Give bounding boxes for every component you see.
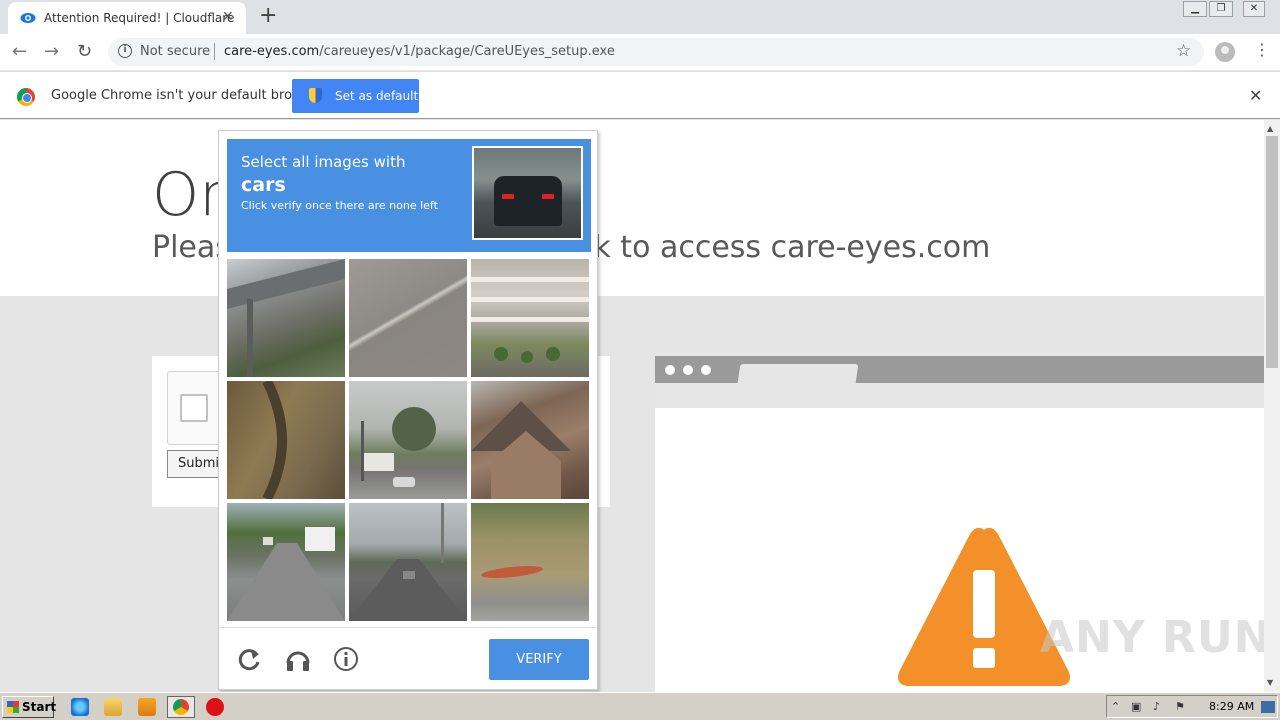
show-desktop-icon[interactable] xyxy=(1261,701,1275,713)
window-dot xyxy=(665,365,675,375)
start-label: Start xyxy=(22,700,57,714)
default-browser-infobar: Google Chrome isn't your default browser… xyxy=(0,71,1280,119)
info-icon[interactable]: i xyxy=(118,44,132,58)
set-as-default-label: Set as default xyxy=(335,89,419,103)
set-as-default-button[interactable]: Set as default xyxy=(292,79,419,113)
profile-avatar-icon[interactable] xyxy=(1215,42,1235,62)
scroll-down-icon[interactable]: ▼ xyxy=(1267,678,1273,687)
captcha-tile[interactable] xyxy=(227,259,345,377)
recaptcha-checkbox[interactable] xyxy=(180,394,208,422)
page-header: On Pleas ck to access care-eyes.com xyxy=(0,120,1264,296)
ie-icon[interactable] xyxy=(71,698,89,716)
page-content: On Pleas ck to access care-eyes.com Submi… xyxy=(0,120,1264,692)
action-center-flag-icon[interactable]: ⚑ xyxy=(1175,701,1187,713)
window-dot xyxy=(683,365,693,375)
tab-close-icon[interactable]: ✕ xyxy=(222,9,234,25)
url-path: /careueyes/v1/package/CareUEyes_setup.ex… xyxy=(319,44,615,59)
restore-button[interactable]: ❐ xyxy=(1209,1,1233,17)
infobar-close-icon[interactable]: ✕ xyxy=(1249,86,1262,105)
captcha-tile[interactable] xyxy=(471,381,589,499)
reload-challenge-icon[interactable] xyxy=(237,646,263,672)
captcha-tile[interactable] xyxy=(471,259,589,377)
subtitle-right: ck to access care-eyes.com xyxy=(576,230,991,265)
eye-icon xyxy=(20,13,36,23)
close-window-button[interactable]: ✕ xyxy=(1243,1,1265,17)
tail-light xyxy=(502,194,514,199)
challenge-header: Select all images with cars Click verify… xyxy=(227,139,591,252)
uac-shield-icon xyxy=(309,88,322,103)
chrome-taskbar-button[interactable] xyxy=(167,696,195,718)
recaptcha-challenge: Select all images with cars Click verify… xyxy=(218,130,598,690)
windows-taskbar: Start ⌃ ▣ ♪ ⚑ 8:29 AM xyxy=(0,692,1280,720)
captcha-tile[interactable] xyxy=(227,381,345,499)
infobar-message: Google Chrome isn't your default browser xyxy=(51,88,323,103)
media-player-icon[interactable] xyxy=(138,698,156,716)
roof-image xyxy=(471,401,571,499)
system-tray: ⌃ ▣ ♪ ⚑ 8:29 AM xyxy=(1106,695,1278,718)
captcha-tile[interactable] xyxy=(227,503,345,621)
captcha-tile[interactable] xyxy=(349,503,467,621)
car-shape xyxy=(494,176,562,226)
anyrun-watermark: ANY RUN xyxy=(1040,612,1264,663)
start-button[interactable]: Start xyxy=(2,696,57,718)
reload-icon[interactable]: ↻ xyxy=(77,41,92,63)
chrome-logo-icon xyxy=(17,88,35,106)
explorer-folder-icon[interactable] xyxy=(104,698,122,716)
info-circle-icon[interactable] xyxy=(333,646,359,672)
browser-toolbar: ← → ↻ i Not secure care-eyes.com/careuey… xyxy=(0,34,1280,70)
illustration-titlebar xyxy=(655,356,1264,383)
wall-image xyxy=(262,381,287,499)
verify-button[interactable]: VERIFY xyxy=(489,639,589,680)
road-truck-image xyxy=(227,527,345,621)
challenge-hint: Click verify once there are none left xyxy=(241,199,438,212)
divider xyxy=(214,43,215,60)
warning-triangle-icon xyxy=(898,527,1070,686)
chrome-icon xyxy=(173,699,189,715)
bookmark-star-icon[interactable]: ☆ xyxy=(1176,41,1191,61)
street-image xyxy=(361,407,436,487)
captcha-tile[interactable] xyxy=(349,259,467,377)
page-scrollbar[interactable]: ▲ ▼ xyxy=(1264,120,1280,692)
captcha-tile[interactable] xyxy=(349,381,467,499)
kebab-menu-icon[interactable]: ⋮ xyxy=(1254,40,1270,59)
url-host: care-eyes.com xyxy=(224,44,320,59)
clock[interactable]: 8:29 AM xyxy=(1209,700,1254,713)
challenge-footer: VERIFY xyxy=(219,627,597,689)
overpass-image xyxy=(227,259,345,377)
new-tab-button[interactable]: + xyxy=(259,4,277,28)
illustration-tab xyxy=(737,364,859,383)
forward-arrow-icon[interactable]: → xyxy=(44,41,59,63)
tab-active[interactable]: Attention Required! | Cloudflare ✕ xyxy=(8,2,246,34)
alert-app-icon[interactable] xyxy=(206,698,224,716)
tail-light xyxy=(542,194,554,199)
challenge-instruction: Select all images with xyxy=(241,153,406,171)
challenge-target: cars xyxy=(241,174,286,196)
url-text[interactable]: care-eyes.com/careueyes/v1/package/CareU… xyxy=(224,44,615,59)
captcha-tile[interactable] xyxy=(471,503,589,621)
minimize-button[interactable]: ▁ xyxy=(1183,1,1207,17)
windows-flag-icon xyxy=(7,701,19,713)
network-icon[interactable]: ▣ xyxy=(1131,701,1143,713)
tray-expand-icon[interactable]: ⌃ xyxy=(1111,701,1123,713)
address-bar[interactable]: i Not secure care-eyes.com/careueyes/v1/… xyxy=(108,38,1204,66)
kayak-shape xyxy=(480,563,544,581)
headphones-icon[interactable] xyxy=(285,646,311,672)
security-label: Not secure xyxy=(140,44,211,59)
tab-strip: Attention Required! | Cloudflare ✕ + ▁ ❐… xyxy=(0,0,1280,34)
illustration-bar xyxy=(655,383,1264,408)
garage-image xyxy=(471,277,589,363)
volume-icon[interactable]: ♪ xyxy=(1153,701,1165,713)
sample-car-image xyxy=(472,146,583,240)
window-dot xyxy=(701,365,711,375)
tab-title: Attention Required! | Cloudflare xyxy=(44,11,235,25)
back-arrow-icon[interactable]: ← xyxy=(12,41,27,63)
scroll-thumb[interactable] xyxy=(1266,136,1278,368)
scroll-up-icon[interactable]: ▲ xyxy=(1267,124,1273,133)
highway-image xyxy=(349,503,467,621)
